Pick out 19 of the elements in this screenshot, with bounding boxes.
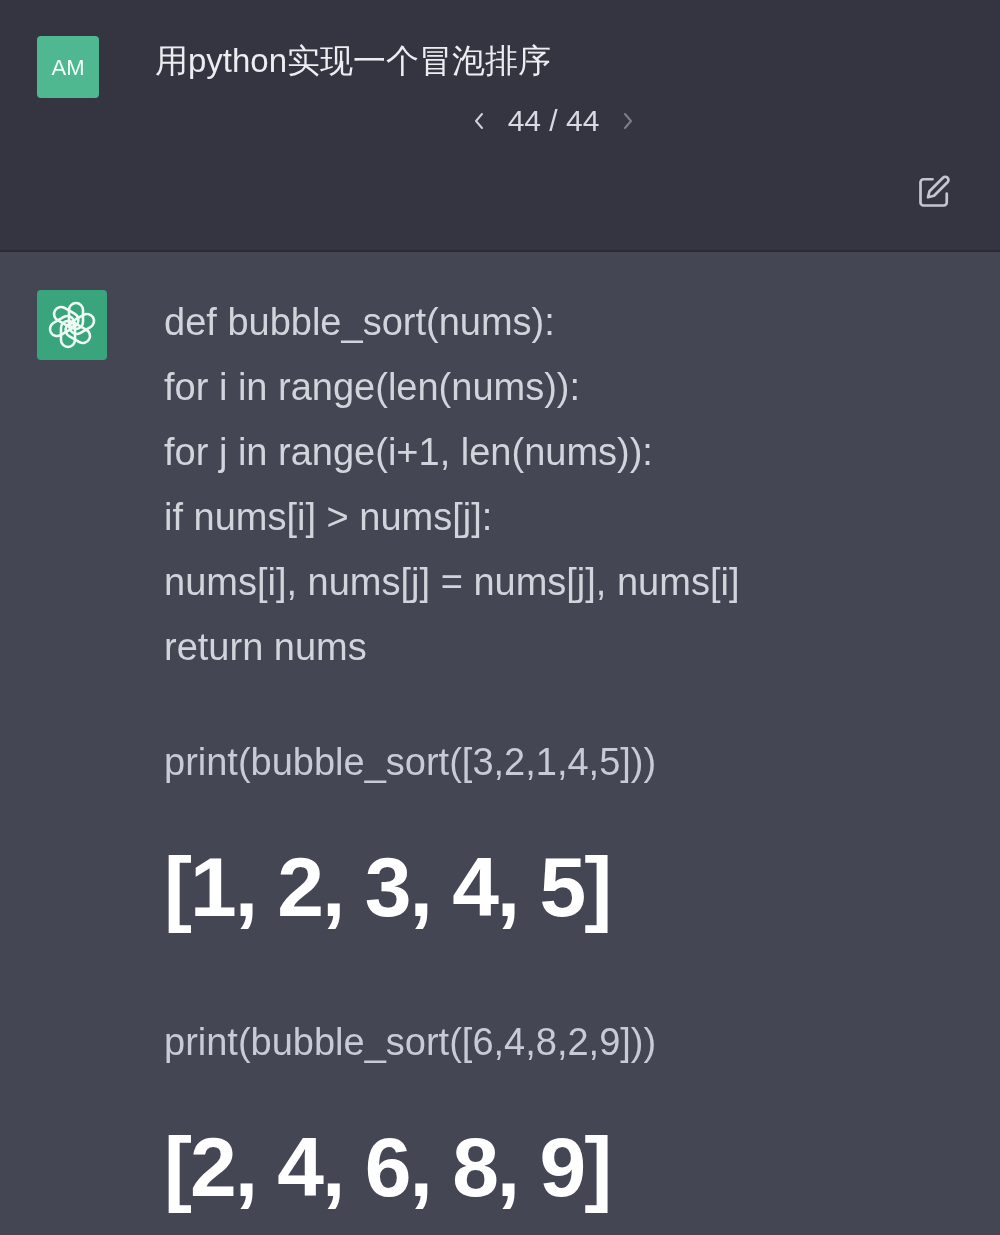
message-text: 用python实现一个冒泡排序 (155, 41, 552, 81)
knot-logo-icon (37, 290, 107, 360)
chevron-left-icon (473, 111, 484, 130)
previous-button[interactable] (473, 111, 484, 130)
user-avatar: AM (37, 36, 99, 98)
code-line: nums[i], nums[j] = nums[j], nums[i] (164, 560, 740, 605)
code-line: if nums[i] > nums[j]: (164, 495, 493, 540)
code-line: def bubble_sort(nums): (164, 300, 555, 345)
pager-count: 44 / 44 (507, 102, 600, 139)
output-text: [1, 2, 3, 4, 5] (164, 839, 611, 936)
code-line: for i in range(len(nums)): (164, 365, 581, 410)
output-text: [2, 4, 6, 8, 9] (164, 1119, 611, 1216)
edit-icon (916, 173, 952, 210)
code-line: print(bubble_sort([6,4,8,2,9])) (164, 1020, 657, 1065)
code-line: print(bubble_sort([3,2,1,4,5])) (164, 740, 657, 785)
code-line: for j in range(i+1, len(nums)): (164, 430, 653, 475)
edit-button[interactable] (916, 173, 952, 210)
chevron-right-icon (623, 111, 634, 130)
code-line: return nums (164, 625, 367, 670)
